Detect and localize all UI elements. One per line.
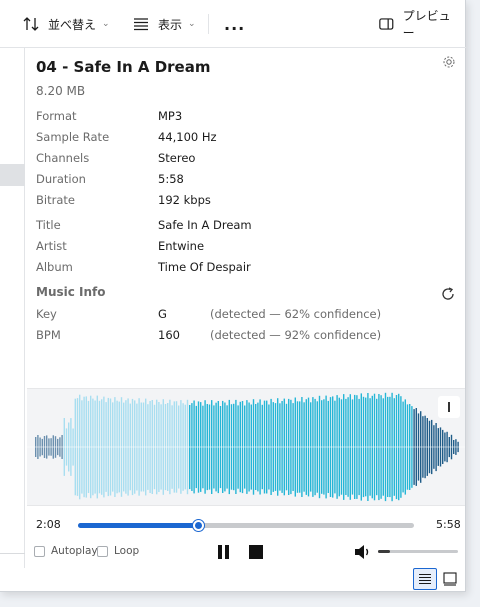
waveform-marker-button[interactable]	[438, 396, 460, 418]
volume-level	[378, 550, 390, 553]
music-info-label: BPM	[36, 328, 61, 342]
music-info-value: 160	[158, 328, 180, 342]
view-lines-icon	[134, 18, 148, 31]
view-label: 表示	[158, 17, 183, 32]
autoplay-label: Autoplay	[51, 545, 98, 557]
sort-icon	[23, 17, 39, 31]
property-label: Format	[36, 109, 77, 123]
file-title: 04 - Safe In A Dream	[36, 58, 211, 76]
loop-label: Loop	[114, 545, 140, 557]
preview-pane-button[interactable]: プレビュー	[370, 7, 466, 41]
volume-slider[interactable]	[378, 550, 458, 553]
seek-thumb[interactable]	[192, 520, 204, 531]
property-value: Time Of Despair	[158, 260, 251, 274]
waveform-display[interactable]	[27, 388, 465, 506]
file-list-pane[interactable]	[0, 48, 25, 568]
property-label: Album	[36, 260, 73, 274]
file-explorer-window: 並べ替え ⌄ 表示 ⌄ ... プレビュー 04 - Safe In A Dre…	[0, 0, 466, 592]
music-info-note: (detected — 92% confidence)	[210, 328, 382, 342]
property-value: 5:58	[158, 172, 184, 186]
file-size: 8.20 MB	[36, 84, 86, 98]
autoplay-checkbox[interactable]: Autoplay	[34, 545, 98, 557]
details-view-icon	[419, 574, 431, 584]
property-value: Stereo	[158, 151, 196, 165]
loop-checkbox[interactable]: Loop	[97, 545, 139, 557]
current-time: 2:08	[36, 518, 61, 531]
property-value: Entwine	[158, 239, 205, 253]
preview-pane-icon	[379, 18, 394, 30]
checkbox-box[interactable]	[34, 545, 45, 557]
preview-label: プレビュー	[402, 9, 451, 40]
property-value: Safe In A Dream	[158, 218, 252, 232]
property-label: Bitrate	[36, 193, 75, 207]
waveform-graphic	[27, 392, 465, 502]
seek-progress	[78, 523, 198, 528]
toolbar-divider	[208, 14, 209, 34]
large-icons-view-icon[interactable]	[441, 570, 459, 588]
sort-label: 並べ替え	[48, 17, 97, 32]
speaker-icon[interactable]	[354, 544, 372, 560]
property-label: Channels	[36, 151, 90, 165]
music-info-heading: Music Info	[36, 285, 106, 299]
selected-file-row[interactable]	[0, 164, 25, 186]
music-info-value: G	[158, 307, 167, 321]
chevron-down-icon: ⌄	[102, 19, 110, 29]
stop-icon[interactable]	[249, 545, 263, 559]
property-label: Sample Rate	[36, 130, 110, 144]
details-view-button[interactable]	[413, 568, 437, 590]
pause-icon[interactable]	[217, 545, 231, 559]
property-value: 192 kbps	[158, 193, 211, 207]
chevron-down-icon: ⌄	[188, 19, 196, 29]
sort-button[interactable]: 並べ替え ⌄	[14, 7, 118, 41]
property-label: Artist	[36, 239, 67, 253]
music-info-note: (detected — 62% confidence)	[210, 307, 382, 321]
music-info-label: Key	[36, 307, 57, 321]
refresh-icon[interactable]	[440, 286, 456, 302]
seek-slider[interactable]	[78, 520, 414, 531]
property-label: Duration	[36, 172, 86, 186]
total-time: 5:58	[436, 518, 461, 531]
view-button[interactable]: 表示 ⌄	[124, 7, 204, 41]
property-value: 44,100 Hz	[158, 130, 217, 144]
checkbox-box[interactable]	[97, 545, 108, 557]
property-label: Title	[36, 218, 61, 232]
more-options-button[interactable]: ...	[216, 7, 253, 41]
property-value: MP3	[158, 109, 183, 123]
gear-icon[interactable]	[442, 55, 456, 69]
pane-divider	[0, 553, 25, 554]
command-bar: 並べ替え ⌄ 表示 ⌄ ... プレビュー	[0, 0, 466, 48]
